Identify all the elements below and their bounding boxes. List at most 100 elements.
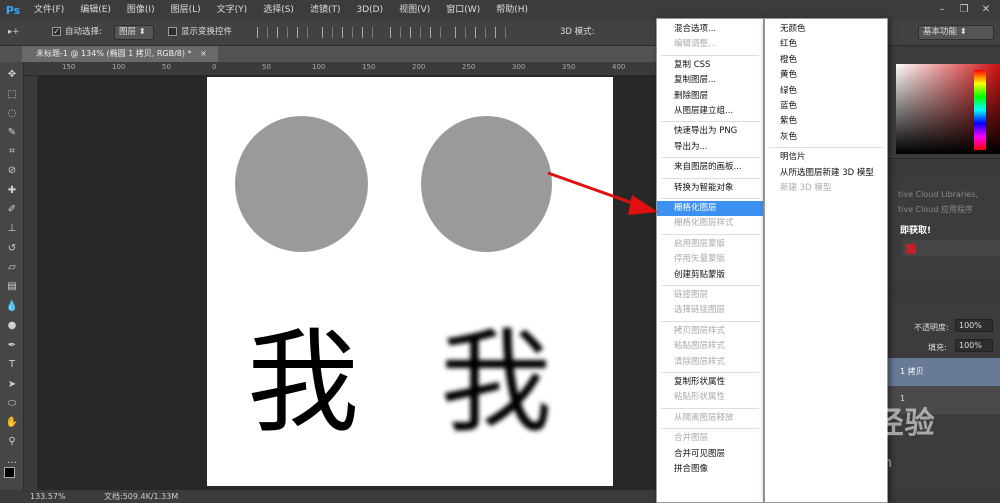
ctx-item[interactable]: 创建剪贴蒙版 [657,268,763,283]
ellipse-tool-icon[interactable]: ⬭ [5,397,19,411]
zoom-level[interactable]: 133.57% [30,490,66,503]
foreground-color-swatch[interactable] [4,467,15,478]
ctx-item[interactable]: 复制形状属性 [657,375,763,390]
horizontal-ruler: 150 100 50 0 50 100 150 200 250 300 350 400 [24,62,656,76]
distribute-right-icon[interactable] [495,27,506,38]
dodge-tool-icon[interactable]: ● [5,319,19,333]
ctx-item[interactable]: 从图层建立组... [657,104,763,119]
ruler-label: 200 [412,63,426,71]
close-button[interactable]: ✕ [975,0,997,20]
align-right-icon[interactable] [297,27,308,38]
sub-item: 新建 3D 模型 [780,183,832,193]
ctx-item[interactable]: 栅格化图层 [657,201,763,216]
ctx-item[interactable]: 删除图层 [657,89,763,104]
watermark-brand-text: Bai [770,398,841,442]
type-tool-icon[interactable]: T [5,358,19,372]
sub-item[interactable]: 绿色 [765,84,887,99]
distribute-left-icon[interactable] [455,27,466,38]
sub-item[interactable]: 橙色 [765,53,887,68]
menu-item-4[interactable]: 文字(Y) [209,0,256,20]
hand-tool-icon[interactable]: ✋ [5,416,19,430]
show-transform-label: 显示变换控件 [181,27,233,37]
menu-separator [661,372,759,373]
quick-select-tool-icon[interactable]: ✎ [5,126,19,140]
brush-tool-icon[interactable]: ✐ [5,203,19,217]
eyedropper-tool-icon[interactable]: ⊘ [5,164,19,178]
auto-select-dropdown[interactable]: 图层 ⬍ [114,25,154,40]
canvas[interactable]: 我 我 [207,77,613,486]
sub-item[interactable]: 紫色 [765,114,887,129]
minimize-button[interactable]: – [931,0,953,20]
align-top-icon[interactable] [322,27,333,38]
sub-item[interactable]: 从所选图层新建 3D 模型 [765,166,887,181]
sub-item[interactable]: 蓝色 [765,99,887,114]
path-select-tool-icon[interactable]: ➤ [5,378,19,392]
sub-item[interactable]: 红色 [765,37,887,52]
close-tab-icon[interactable]: × [200,49,207,58]
library-swatch-red[interactable] [906,244,916,254]
ctx-item[interactable]: 快速导出为 PNG [657,124,763,139]
sub-item[interactable]: 无颜色 [765,22,887,37]
distribute-bottom-icon[interactable] [430,27,441,38]
annotation-arrow-line [547,171,639,207]
ctx-item: 从隔离图层释放 [674,412,734,423]
ctx-item[interactable]: 来自图层的画板... [657,160,763,175]
ctx-item: 合并图层 [674,433,709,444]
layer-row-selected[interactable]: 1 拷贝 [888,358,1000,386]
lasso-tool-icon[interactable]: ◌ [5,107,19,121]
crop-tool-icon[interactable]: ⌗ [5,145,19,159]
annotation-arrow [547,171,658,215]
show-transform-checkbox[interactable] [168,27,177,36]
more-tools-icon[interactable]: … [5,454,19,468]
align-middle-icon[interactable] [342,27,353,38]
vertical-ruler [24,76,38,490]
workspace-value: 基本功能 [923,27,958,37]
hue-slider[interactable] [974,70,986,150]
workspace-dropdown[interactable]: 基本功能 ⬍ [918,25,994,40]
move-tool-icon[interactable]: ▸+ [8,26,19,39]
ctx-item[interactable]: 复制图层... [657,73,763,88]
opacity-input[interactable]: 100% [955,319,993,332]
document-tab[interactable]: 未标题-1 @ 134% (椭圆 1 拷贝, RGB/8) * × [22,46,218,62]
gradient-tool-icon[interactable]: ▤ [5,280,19,294]
ctx-item[interactable]: 合并可见图层 [657,447,763,462]
menu-item-7[interactable]: 3D(D) [348,0,391,20]
menu-separator [661,320,759,322]
healing-brush-tool-icon[interactable]: ✚ [5,184,19,198]
ctx-item[interactable]: 导出为... [657,140,763,155]
pen-tool-icon[interactable]: ✒ [5,339,19,353]
ctx-item[interactable]: 转换为智能对象 [657,181,763,196]
menu-item-9[interactable]: 窗口(W) [438,0,488,20]
menu-item-1[interactable]: 编辑(E) [72,0,119,20]
sub-item[interactable]: 黄色 [765,68,887,83]
menu-item-8[interactable]: 视图(V) [391,0,438,20]
fill-input[interactable]: 100% [955,339,993,352]
eraser-tool-icon[interactable]: ▱ [5,261,19,275]
auto-select-checkbox[interactable]: ✓ [52,27,61,36]
move-tool-icon[interactable]: ✥ [5,68,19,82]
ctx-item[interactable]: 拼合图像 [657,462,763,477]
distribute-top-icon[interactable] [390,27,401,38]
maximize-button[interactable]: ❐ [953,0,975,20]
sub-item[interactable]: 明信片 [765,150,887,165]
align-left-icon[interactable] [257,27,268,38]
history-brush-tool-icon[interactable]: ↺ [5,242,19,256]
menu-item-2[interactable]: 图像(I) [119,0,163,20]
ctx-item[interactable]: 复制 CSS [657,58,763,73]
menu-item-6[interactable]: 滤镜(T) [302,0,349,20]
menu-item-5[interactable]: 选择(S) [255,0,302,20]
ctx-item[interactable]: 混合选项... [657,22,763,37]
clone-stamp-tool-icon[interactable]: ⊥ [5,222,19,236]
menu-item-0[interactable]: 文件(F) [26,0,72,20]
align-bottom-icon[interactable] [362,27,373,38]
zoom-tool-icon[interactable]: ⚲ [5,435,19,449]
distribute-middle-icon[interactable] [410,27,421,38]
menu-item-10[interactable]: 帮助(H) [488,0,536,20]
blur-tool-icon[interactable]: 💧 [5,300,19,314]
distribute-center-icon[interactable] [475,27,486,38]
menu-item-3[interactable]: 图层(L) [163,0,209,20]
ctx-item: 停用矢量蒙版 [674,254,726,265]
sub-item[interactable]: 灰色 [765,130,887,145]
marquee-tool-icon[interactable]: ⬚ [5,88,19,102]
align-center-icon[interactable] [277,27,288,38]
